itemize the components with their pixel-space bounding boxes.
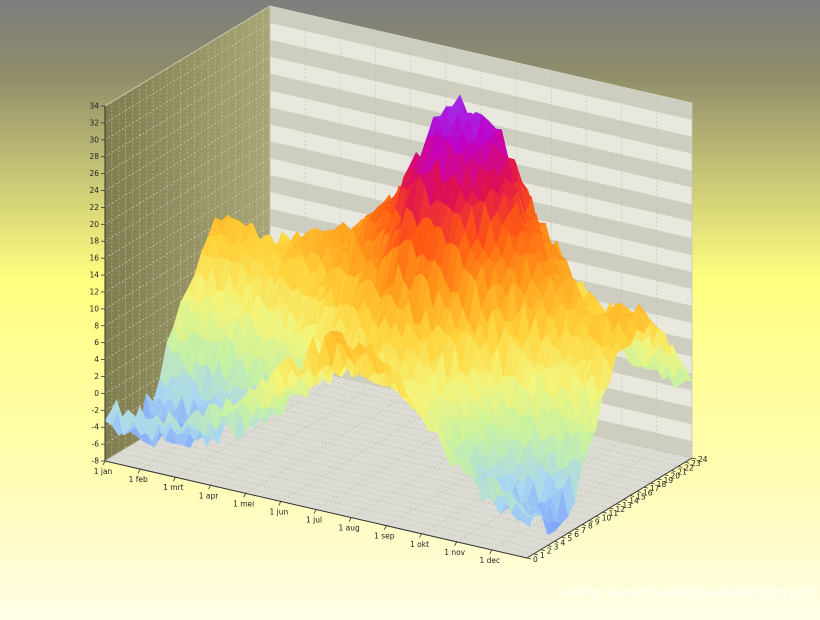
z-tick-label: -6 — [92, 440, 100, 449]
surface-chart: -8-6-4-202468101214161820222426283032341… — [0, 0, 820, 620]
z-tick-label: 28 — [89, 152, 99, 161]
x-tick-label: 1 dec — [480, 556, 501, 565]
z-tick-label: 20 — [89, 220, 99, 229]
z-tick-label: 34 — [89, 102, 99, 111]
z-tick-label: 2 — [94, 372, 99, 381]
x-tick-label: 1 sep — [374, 532, 395, 541]
z-tick-label: 32 — [89, 118, 99, 127]
x-tick-label: 1 jun — [269, 507, 288, 516]
x-tick-label: 1 aug — [339, 524, 361, 533]
z-tick-label: -2 — [92, 406, 100, 415]
x-tick-label: 1 nov — [444, 548, 465, 557]
z-tick-label: 16 — [89, 254, 99, 263]
z-tick-label: 12 — [89, 287, 99, 296]
z-tick-label: 24 — [89, 186, 99, 195]
z-tick-label: 6 — [94, 338, 99, 347]
y-tick-label: 4 — [561, 538, 566, 547]
x-tick-label: 1 mei — [233, 499, 254, 508]
z-tick-label: 14 — [89, 271, 99, 280]
y-tick-label: 7 — [581, 526, 586, 535]
z-tick-label: 0 — [94, 389, 99, 398]
x-tick-label: 1 feb — [129, 475, 148, 484]
x-tick-label: 1 apr — [199, 491, 220, 500]
y-tick-label: 3 — [554, 543, 559, 552]
y-tick-label: 9 — [595, 518, 600, 527]
x-tick-label: 1 mrt — [163, 483, 184, 492]
z-tick-label: 4 — [94, 355, 99, 364]
y-tick-label: 6 — [574, 530, 579, 539]
y-tick-label: 0 — [533, 555, 538, 564]
z-tick-label: -4 — [92, 423, 100, 432]
z-tick-label: 8 — [94, 321, 99, 330]
x-tick-label: 1 jul — [306, 516, 322, 525]
z-tick-label: 10 — [89, 304, 99, 313]
x-tick-label: 1 jan — [94, 467, 113, 476]
y-tick-label: 1 — [540, 551, 545, 560]
x-tick-label: 1 okt — [410, 540, 429, 549]
z-tick-label: 26 — [89, 169, 99, 178]
y-tick-label: 8 — [588, 522, 593, 531]
y-tick-label: 5 — [567, 534, 572, 543]
chart-container: -8 -6 -4 -2 0 2 4 6 8 10 12 14 16 18 20 22 24 26 28 30 32 34 1… — [0, 0, 820, 620]
y-tick-label: 24 — [698, 455, 708, 464]
watermark: www.weerstationhaaksbergen.nl — [563, 583, 812, 601]
z-tick-label: 22 — [89, 203, 99, 212]
z-tick-label: -8 — [92, 457, 100, 466]
z-tick-label: 30 — [89, 135, 99, 144]
z-tick-label: 18 — [89, 237, 99, 246]
y-tick-label: 2 — [547, 547, 552, 556]
